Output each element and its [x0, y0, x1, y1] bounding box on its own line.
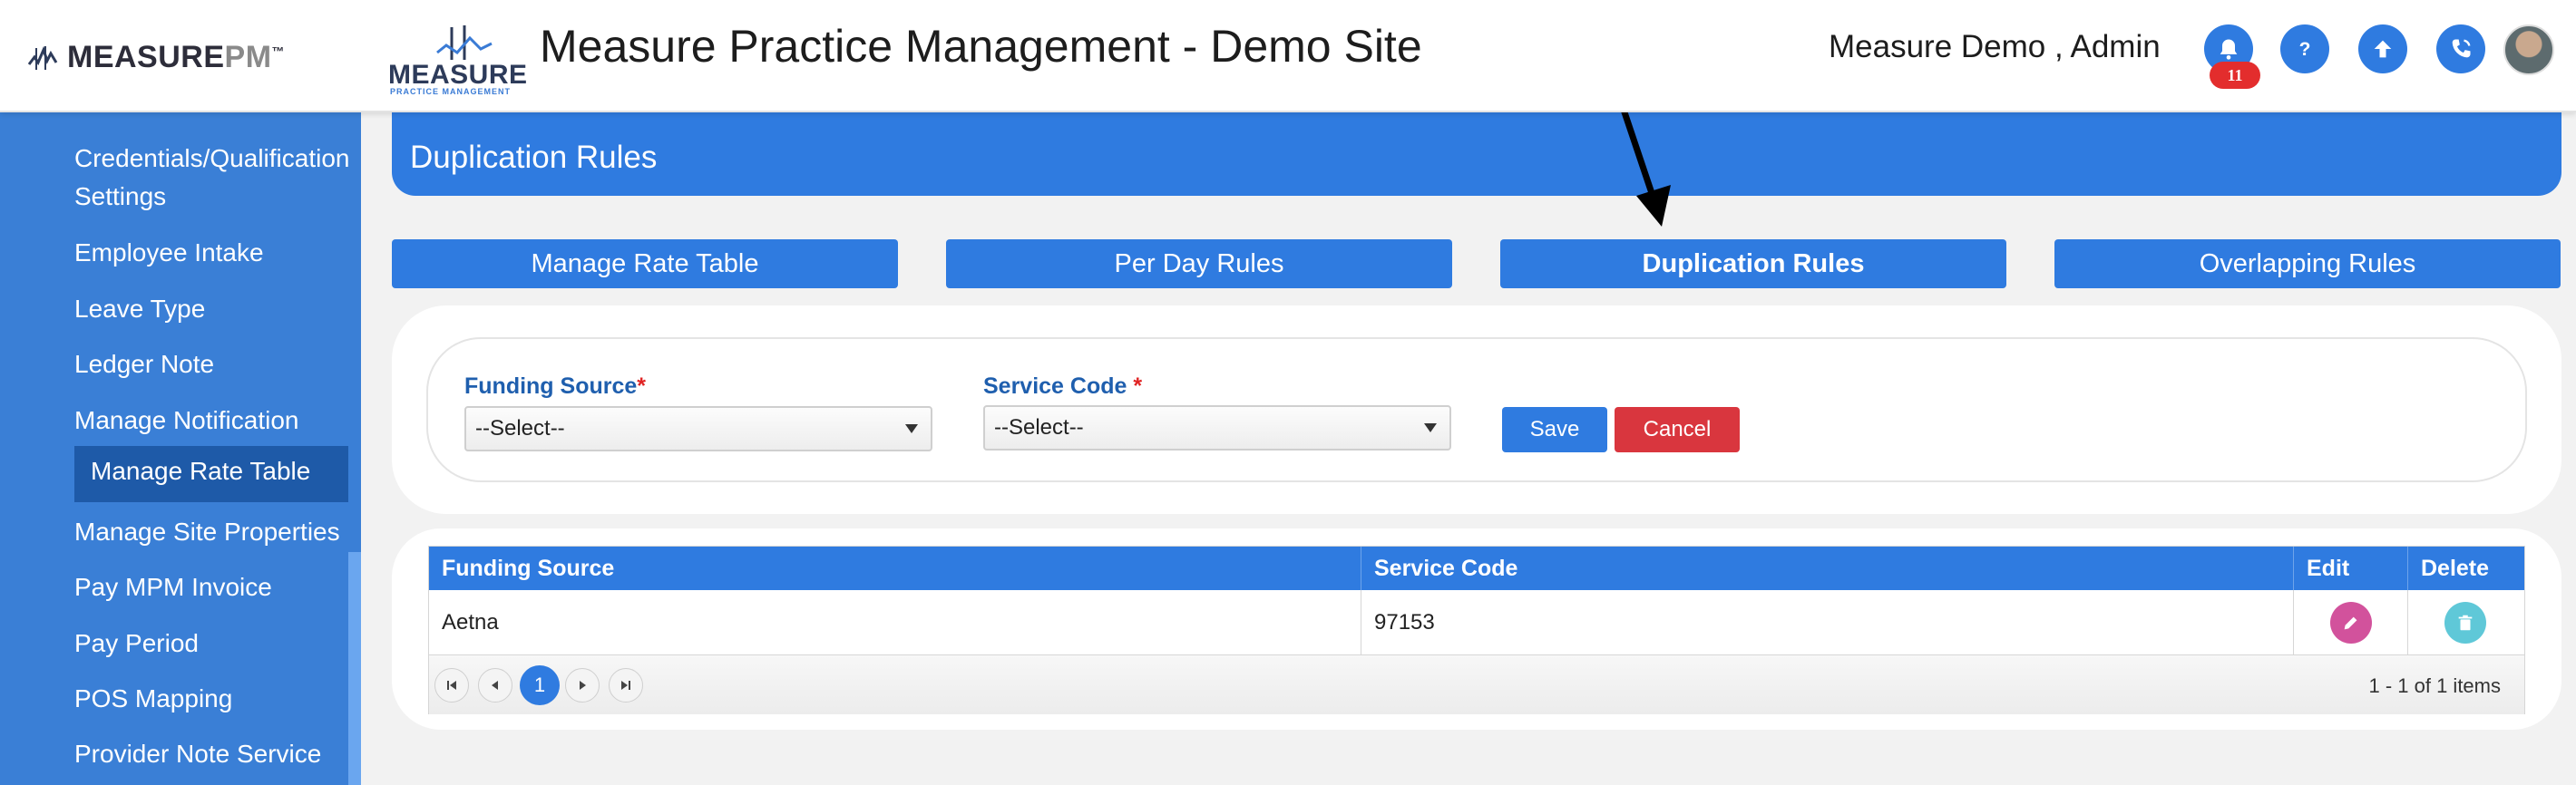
- sidebar-item-ledger-note[interactable]: Ledger Note: [74, 347, 214, 382]
- pointer-arrow-icon: [1615, 94, 1671, 227]
- next-page-icon: [580, 681, 586, 690]
- phone-button[interactable]: [2436, 24, 2485, 73]
- cell-delete: [2408, 590, 2524, 655]
- upload-icon: [2374, 40, 2392, 58]
- site-title: Measure Practice Management - Demo Site: [540, 21, 1422, 72]
- sidebar-item-pos-mapping[interactable]: POS Mapping: [74, 682, 232, 716]
- user-name[interactable]: Measure Demo , Admin: [1829, 29, 2161, 65]
- grid-header: Funding Source Service Code Edit Delete: [429, 547, 2524, 590]
- trash-icon: [2458, 615, 2473, 631]
- phone-icon: [2452, 39, 2471, 58]
- funding-source-label: Funding Source*: [464, 373, 647, 399]
- service-code-select[interactable]: --Select--: [983, 405, 1451, 451]
- brand-logo[interactable]: MEASUREPM™: [27, 40, 285, 75]
- column-header-service-code[interactable]: Service Code: [1361, 547, 2294, 590]
- brand-name: MEASUREPM™: [67, 40, 286, 74]
- last-page-icon: [621, 681, 630, 690]
- cell-edit: [2294, 590, 2408, 655]
- funding-source-select[interactable]: --Select--: [464, 406, 932, 451]
- upload-button[interactable]: [2358, 24, 2407, 73]
- help-button[interactable]: ?: [2280, 24, 2329, 73]
- tab-overlapping-rules[interactable]: Overlapping Rules: [2054, 239, 2561, 288]
- prev-page-button[interactable]: [478, 668, 512, 703]
- pencil-icon: [2344, 616, 2357, 630]
- column-header-funding-source[interactable]: Funding Source: [429, 547, 1361, 590]
- last-page-button[interactable]: [609, 668, 643, 703]
- brand-mark-icon: [27, 45, 58, 70]
- avatar[interactable]: [2503, 24, 2554, 75]
- next-page-button[interactable]: [565, 668, 600, 703]
- sidebar-item-credentials[interactable]: Credentials/Qualification: [74, 141, 350, 176]
- sidebar-item-settings[interactable]: Settings: [74, 179, 166, 214]
- tab-manage-rate-table[interactable]: Manage Rate Table: [392, 239, 898, 288]
- sidebar: Credentials/Qualification Settings Emplo…: [0, 112, 361, 785]
- measure-logo-mark-icon: [436, 25, 493, 60]
- help-icon: ?: [2299, 39, 2311, 60]
- sidebar-item-employee-intake[interactable]: Employee Intake: [74, 236, 264, 270]
- delete-button[interactable]: [2444, 602, 2486, 644]
- chevron-down-icon: [905, 424, 918, 433]
- sidebar-item-manage-site-properties[interactable]: Manage Site Properties: [74, 515, 340, 549]
- cell-funding-source: Aetna: [429, 590, 1361, 655]
- first-page-icon: [447, 681, 456, 690]
- edit-button[interactable]: [2330, 602, 2372, 644]
- sidebar-item-provider-note-service[interactable]: Provider Note Service: [74, 737, 321, 771]
- chevron-down-icon: [1424, 423, 1437, 432]
- sidebar-item-leave-type[interactable]: Leave Type: [74, 292, 205, 326]
- table-row[interactable]: Aetna 97153: [429, 590, 2524, 655]
- bell-icon: [2220, 39, 2238, 60]
- save-button[interactable]: Save: [1502, 407, 1607, 452]
- prev-page-icon: [492, 681, 498, 690]
- pager-summary: 1 - 1 of 1 items: [2368, 674, 2501, 697]
- rules-grid: Funding Source Service Code Edit Delete …: [428, 546, 2525, 714]
- cell-service-code: 97153: [1361, 590, 2294, 655]
- sidebar-item-pay-period[interactable]: Pay Period: [74, 626, 199, 661]
- page-number-current[interactable]: 1: [520, 665, 560, 705]
- notification-badge: 11: [2210, 62, 2260, 89]
- top-header: MEASUREPM™ MEASURE PRACTICE MANAGEMENT M…: [0, 0, 2576, 112]
- sidebar-item-label: Manage Rate Table: [91, 457, 311, 485]
- sidebar-item-manage-rate-table[interactable]: Manage Rate Table: [74, 446, 348, 502]
- service-code-label: Service Code *: [983, 373, 1143, 399]
- page-title-bar: Duplication Rules: [392, 112, 2561, 196]
- cancel-button[interactable]: Cancel: [1615, 407, 1740, 452]
- sidebar-item-manage-notification[interactable]: Manage Notification: [74, 403, 298, 438]
- pager: 1 1 - 1 of 1 items: [429, 656, 2524, 714]
- column-header-delete: Delete: [2421, 555, 2490, 581]
- page-title: Duplication Rules: [410, 140, 658, 175]
- tab-per-day-rules[interactable]: Per Day Rules: [946, 239, 1452, 288]
- sidebar-scrollbar[interactable]: [348, 552, 361, 785]
- sidebar-item-pay-mpm-invoice[interactable]: Pay MPM Invoice: [74, 570, 272, 605]
- tab-duplication-rules[interactable]: Duplication Rules: [1500, 239, 2006, 288]
- column-header-edit: Edit: [2294, 547, 2408, 590]
- first-page-button[interactable]: [434, 668, 469, 703]
- measure-logo: MEASURE PRACTICE MANAGEMENT: [388, 25, 533, 96]
- svg-text:?: ?: [2299, 39, 2311, 60]
